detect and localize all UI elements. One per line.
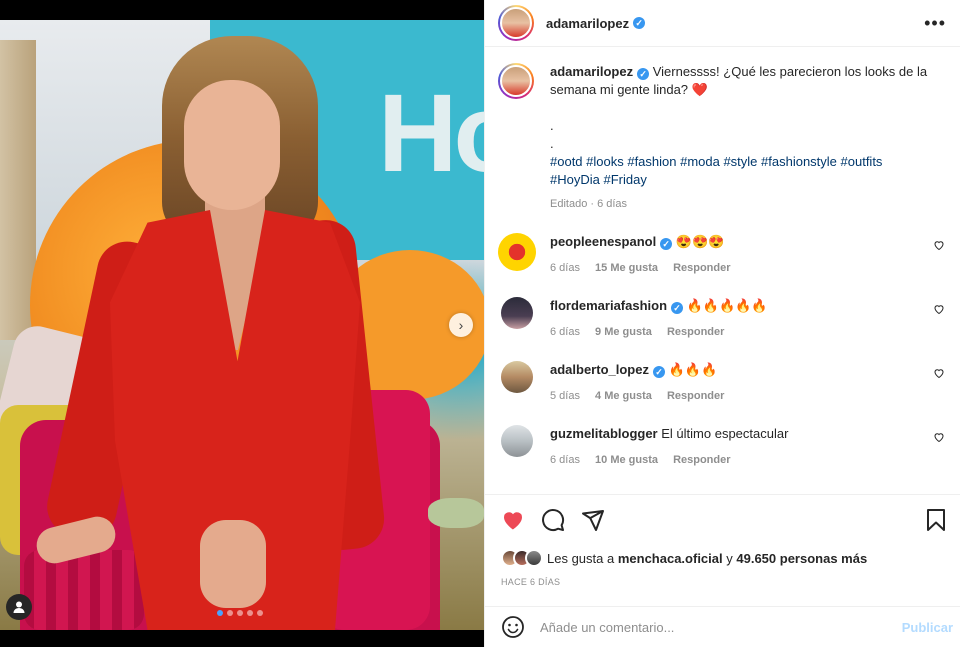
post-details-panel: adamarilopez ✓ ••• adamarilopez ✓ Viernes… xyxy=(484,0,960,647)
comment-item: flordemariafashion ✓ 🔥🔥🔥🔥🔥 6 días 9 Me gu… xyxy=(498,297,947,341)
liker-username[interactable]: menchaca.oficial xyxy=(618,551,723,566)
add-comment-bar: Añade un comentario... Publicar xyxy=(485,606,960,647)
heart-outline-icon[interactable] xyxy=(933,431,945,443)
chevron-right-icon: › xyxy=(458,317,464,333)
caption-edited-label: Editado · 6 días xyxy=(550,198,628,210)
verified-badge-icon: ✓ xyxy=(671,302,684,314)
commenter-avatar[interactable] xyxy=(501,425,533,457)
verified-badge-icon: ✓ xyxy=(637,68,650,80)
caption-spacer: . . xyxy=(550,118,554,151)
comment-text: 🔥🔥🔥🔥🔥 xyxy=(686,298,768,313)
emoji-icon[interactable] xyxy=(501,615,525,639)
caption: adamarilopez ✓ Viernessss! ¿Qué les parec… xyxy=(498,63,947,213)
bookmark-icon[interactable] xyxy=(925,508,947,532)
verified-badge-icon: ✓ xyxy=(660,238,673,250)
commenter-avatar[interactable] xyxy=(498,233,536,271)
liker-avatar xyxy=(525,549,543,567)
carousel-dots xyxy=(217,610,263,616)
author-username[interactable]: adamarilopez xyxy=(546,16,629,31)
comment-likes[interactable]: 9 Me gusta xyxy=(595,326,652,338)
caption-hashtags[interactable]: #ootd #looks #fashion #moda #style #fash… xyxy=(550,153,930,189)
comment-username[interactable]: flordemariafashion xyxy=(550,298,667,313)
more-options-icon[interactable]: ••• xyxy=(924,14,946,32)
comment-age: 6 días xyxy=(550,262,580,274)
heart-outline-icon[interactable] xyxy=(933,303,945,315)
heart-outline-icon[interactable] xyxy=(933,239,945,251)
comment-username[interactable]: peopleenespanol xyxy=(550,234,656,249)
comment-age: 5 días xyxy=(550,390,580,402)
comment-text: El último espectacular xyxy=(661,426,789,441)
comment-item: guzmelitablogger El último espectacular … xyxy=(498,425,947,469)
commenter-avatar[interactable] xyxy=(501,361,533,393)
caption-author-avatar[interactable] xyxy=(498,63,534,99)
comment-input[interactable]: Añade un comentario... xyxy=(540,620,902,635)
heart-outline-icon[interactable] xyxy=(933,367,945,379)
heart-filled-icon[interactable] xyxy=(501,508,525,532)
post-timestamp: HACE 6 DÍAS xyxy=(501,577,561,587)
comment-username[interactable]: adalberto_lopez xyxy=(550,362,649,377)
comment-likes[interactable]: 10 Me gusta xyxy=(595,454,658,466)
post-photo[interactable]: Ho xyxy=(0,20,484,630)
tagged-users-button[interactable] xyxy=(6,594,32,620)
verified-badge-icon: ✓ xyxy=(652,366,665,378)
comment-likes[interactable]: 15 Me gusta xyxy=(595,262,658,274)
likes-summary: Les gusta a menchaca.oficial y 49.650 pe… xyxy=(501,549,947,567)
comment-age: 6 días xyxy=(550,454,580,466)
reply-button[interactable]: Responder xyxy=(673,454,730,466)
author-avatar[interactable] xyxy=(498,5,534,41)
post-media: Ho › xyxy=(0,0,484,647)
reply-button[interactable]: Responder xyxy=(673,262,730,274)
post-actions: Les gusta a menchaca.oficial y 49.650 pe… xyxy=(485,494,960,587)
comment-age: 6 días xyxy=(550,326,580,338)
comment-icon[interactable] xyxy=(541,508,565,532)
carousel-dot xyxy=(247,610,253,616)
comments-section[interactable]: adamarilopez ✓ Viernessss! ¿Qué les parec… xyxy=(485,47,960,493)
reply-button[interactable]: Responder xyxy=(667,326,724,338)
verified-badge-icon: ✓ xyxy=(633,17,646,29)
comment-username[interactable]: guzmelitablogger xyxy=(550,426,658,441)
likes-count-link[interactable]: 49.650 personas más xyxy=(736,551,867,566)
carousel-dot xyxy=(227,610,233,616)
comment-item: peopleenespanol ✓ 😍😍😍 6 días 15 Me gusta … xyxy=(498,233,947,277)
caption-username[interactable]: adamarilopez xyxy=(550,64,633,79)
carousel-dot xyxy=(257,610,263,616)
post-header: adamarilopez ✓ ••• xyxy=(485,0,960,47)
comment-text: 😍😍😍 xyxy=(675,234,725,249)
reply-button[interactable]: Responder xyxy=(667,390,724,402)
person-icon xyxy=(13,601,25,613)
carousel-dot xyxy=(217,610,223,616)
carousel-next-button[interactable]: › xyxy=(449,313,473,337)
carousel-dot xyxy=(237,610,243,616)
comment-likes[interactable]: 4 Me gusta xyxy=(595,390,652,402)
photo-person xyxy=(0,20,484,630)
share-icon[interactable] xyxy=(581,508,605,532)
commenter-avatar[interactable] xyxy=(501,297,533,329)
post-comment-button[interactable]: Publicar xyxy=(902,620,953,635)
comment-text: 🔥🔥🔥 xyxy=(668,362,718,377)
comment-item: adalberto_lopez ✓ 🔥🔥🔥 5 días 4 Me gusta R… xyxy=(498,361,947,405)
